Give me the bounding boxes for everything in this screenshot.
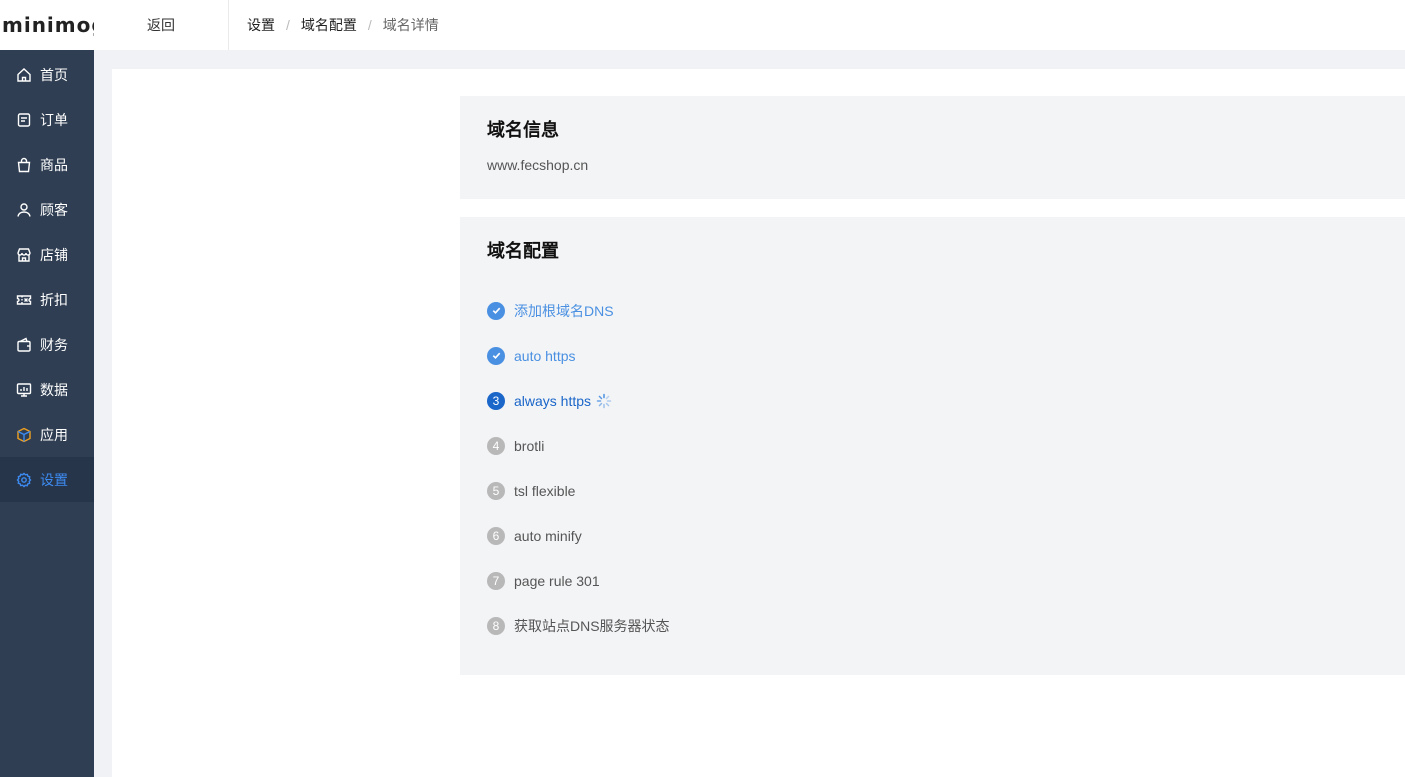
sidebar-item-discounts[interactable]: 折扣 bbox=[0, 277, 94, 322]
step-label: auto https bbox=[514, 347, 576, 364]
config-step: 4 brotli bbox=[487, 423, 670, 468]
sidebar-item-orders[interactable]: 订单 bbox=[0, 97, 94, 142]
sidebar-item-label: 财务 bbox=[40, 336, 68, 353]
store-icon bbox=[16, 247, 32, 263]
sidebar-item-label: 设置 bbox=[40, 471, 68, 488]
domain-name: www.fecshop.cn bbox=[487, 157, 589, 173]
config-step: 3 always https bbox=[487, 378, 670, 423]
sidebar: minimog 首页 订单 商品 顾客 bbox=[0, 0, 94, 777]
sidebar-item-data[interactable]: 数据 bbox=[0, 367, 94, 412]
config-step: auto https bbox=[487, 333, 670, 378]
sidebar-item-finance[interactable]: 财务 bbox=[0, 322, 94, 367]
sidebar-item-label: 店铺 bbox=[40, 246, 68, 263]
step-number: 4 bbox=[487, 436, 505, 455]
sidebar-item-label: 应用 bbox=[40, 426, 68, 443]
step-label: page rule 301 bbox=[514, 572, 600, 589]
back-button[interactable]: 返回 bbox=[94, 0, 229, 50]
step-label: 添加根域名DNS bbox=[514, 302, 614, 319]
domain-config-card: 域名配置 添加根域名DNS auto https 3 always https bbox=[460, 217, 1405, 675]
config-step: 8 获取站点DNS服务器状态 bbox=[487, 603, 670, 648]
breadcrumb-separator: / bbox=[367, 17, 372, 33]
sidebar-item-settings[interactable]: 设置 bbox=[0, 457, 94, 502]
sidebar-item-label: 首页 bbox=[40, 66, 68, 83]
step-number: 3 bbox=[487, 391, 505, 410]
sidebar-item-store[interactable]: 店铺 bbox=[0, 232, 94, 277]
config-step: 5 tsl flexible bbox=[487, 468, 670, 513]
step-label: 获取站点DNS服务器状态 bbox=[514, 617, 670, 634]
sidebar-item-home[interactable]: 首页 bbox=[0, 52, 94, 97]
step-label: auto minify bbox=[514, 527, 582, 544]
domain-config-title: 域名配置 bbox=[487, 241, 559, 261]
config-step: 添加根域名DNS bbox=[487, 288, 670, 333]
order-icon bbox=[16, 112, 32, 128]
monitor-chart-icon bbox=[16, 382, 32, 398]
sidebar-item-label: 折扣 bbox=[40, 291, 68, 308]
breadcrumb: 设置 / 域名配置 / 域名详情 bbox=[229, 15, 439, 35]
step-number: 5 bbox=[487, 481, 505, 500]
sidebar-item-label: 数据 bbox=[40, 381, 68, 398]
sidebar-nav: 首页 订单 商品 顾客 店铺 折扣 财务 数据 应用 设置 bbox=[0, 52, 94, 502]
home-icon bbox=[16, 67, 32, 83]
check-icon bbox=[487, 301, 505, 320]
config-step: 6 auto minify bbox=[487, 513, 670, 558]
logo-area: minimog bbox=[0, 0, 94, 50]
config-step: 7 page rule 301 bbox=[487, 558, 670, 603]
step-number: 7 bbox=[487, 571, 505, 590]
check-icon bbox=[487, 346, 505, 365]
top-header: 返回 设置 / 域名配置 / 域名详情 bbox=[94, 0, 1405, 50]
loading-spinner-icon bbox=[596, 393, 612, 409]
sidebar-item-apps[interactable]: 应用 bbox=[0, 412, 94, 457]
breadcrumb-domain-config[interactable]: 域名配置 bbox=[301, 15, 357, 35]
step-label: brotli bbox=[514, 437, 545, 454]
domain-info-card: 域名信息 www.fecshop.cn bbox=[460, 96, 1405, 199]
cube-icon bbox=[16, 427, 32, 443]
sidebar-item-label: 顾客 bbox=[40, 201, 68, 218]
user-icon bbox=[16, 202, 32, 218]
sidebar-item-label: 订单 bbox=[40, 111, 68, 128]
breadcrumb-settings[interactable]: 设置 bbox=[247, 15, 275, 35]
step-label: tsl flexible bbox=[514, 482, 576, 499]
ticket-icon bbox=[16, 292, 32, 308]
shopping-bag-icon bbox=[16, 157, 32, 173]
config-steps: 添加根域名DNS auto https 3 always https 4 bro… bbox=[487, 288, 670, 648]
logo[interactable]: minimog bbox=[2, 13, 94, 37]
wallet-icon bbox=[16, 337, 32, 353]
step-label: always https bbox=[514, 392, 592, 409]
breadcrumb-domain-detail: 域名详情 bbox=[382, 17, 439, 33]
sidebar-item-products[interactable]: 商品 bbox=[0, 142, 94, 187]
breadcrumb-separator: / bbox=[286, 17, 290, 33]
sidebar-item-customers[interactable]: 顾客 bbox=[0, 187, 94, 232]
sidebar-item-label: 商品 bbox=[40, 156, 68, 173]
domain-info-title: 域名信息 bbox=[487, 120, 559, 140]
main-content: 域名信息 www.fecshop.cn 域名配置 添加根域名DNS auto h… bbox=[112, 69, 1405, 777]
step-number: 6 bbox=[487, 526, 505, 545]
gear-icon bbox=[16, 472, 32, 488]
step-number: 8 bbox=[487, 616, 505, 635]
